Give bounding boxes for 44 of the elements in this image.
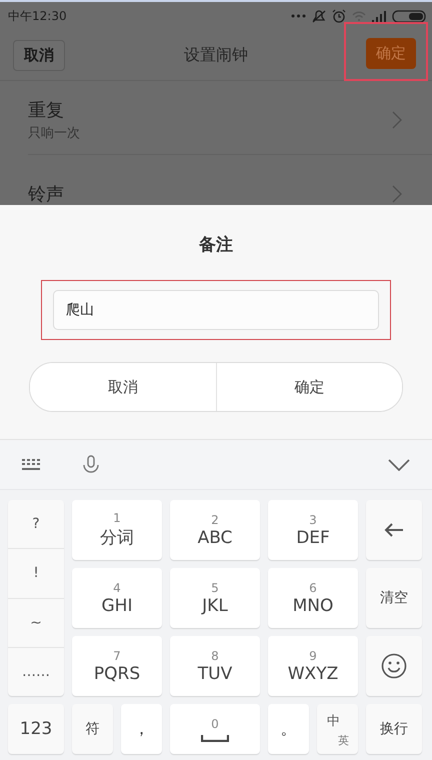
dialog-button[interactable]: 确定 (216, 363, 402, 411)
page-title: 设置闹钟 (184, 44, 248, 66)
dialog-title: 备注 (199, 234, 233, 256)
symbol-key[interactable]: ! (8, 548, 64, 598)
keyboard-icon[interactable] (22, 458, 40, 470)
alarm-clock-icon (332, 9, 346, 23)
symbol-key[interactable]: ~ (8, 598, 64, 647)
language-key[interactable]: 中 英 (317, 704, 358, 754)
letter-key[interactable]: 9 WXYZ (268, 636, 358, 696)
letter-key[interactable]: 1 分词 (72, 500, 162, 560)
smiley-icon (381, 653, 407, 679)
letter-key[interactable]: 4 GHI (72, 568, 162, 628)
wifi-icon (352, 11, 366, 21)
letter-key[interactable]: 6 MNO (268, 568, 358, 628)
setting-label: 铃声 (28, 183, 64, 205)
clear-key[interactable]: 清空 (366, 568, 422, 628)
signal-icon (372, 10, 386, 22)
comma-key[interactable]: ， (121, 704, 162, 754)
symbol-key[interactable]: ? (8, 500, 64, 548)
note-input[interactable]: 爬山 (53, 290, 379, 330)
more-icon (291, 14, 306, 18)
microphone-icon[interactable] (82, 454, 100, 474)
backspace-icon (384, 522, 404, 538)
letter-key[interactable]: 7 PQRS (72, 636, 162, 696)
chevron-down-icon[interactable] (388, 458, 410, 470)
letter-key[interactable]: 2 ABC (170, 500, 260, 560)
setting-value: 只响一次 (28, 124, 80, 142)
enter-key[interactable]: 换行 (366, 704, 422, 754)
letter-key[interactable]: 8 TUV (170, 636, 260, 696)
letter-key[interactable]: 5 JKL (170, 568, 260, 628)
chevron-right-icon (392, 110, 402, 128)
status-time: 中午12:30 (8, 8, 67, 24)
bell-off-icon (312, 10, 326, 22)
chevron-right-icon (392, 185, 402, 203)
letter-key[interactable]: 3 DEF (268, 500, 358, 560)
battery-icon (392, 10, 426, 22)
space-bar-icon (201, 734, 229, 742)
symbol-mode-key[interactable]: 符 (72, 704, 113, 754)
period-key[interactable]: 。 (268, 704, 309, 754)
symbol-key[interactable]: …… (8, 646, 64, 696)
space-key[interactable]: 0 (170, 704, 260, 754)
setting-label: 重复 (28, 98, 65, 122)
emoji-key[interactable] (366, 636, 422, 696)
number-mode-key[interactable]: 123 (8, 704, 64, 754)
